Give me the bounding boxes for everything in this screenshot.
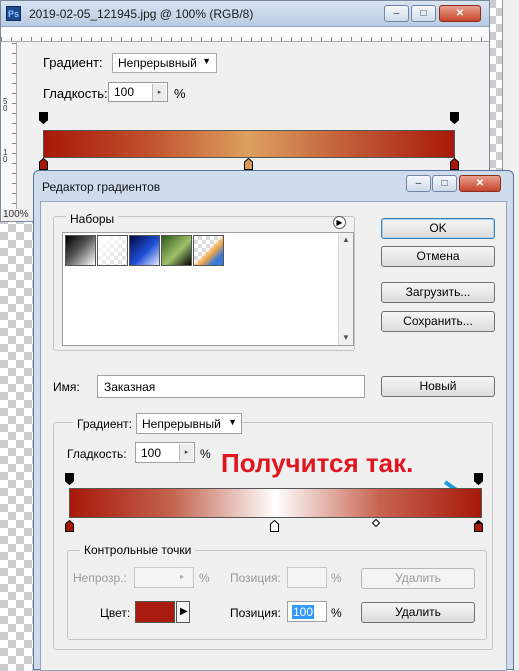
zoom-level: 100%	[3, 209, 29, 220]
back-opacity-stop-left[interactable]	[39, 112, 48, 124]
name-label: Имя:	[53, 380, 80, 394]
spin-arrow-icon[interactable]: ▸	[179, 444, 193, 461]
document-titlebar[interactable]: Ps 2019-02-05_121945.jpg @ 100% (RGB/8) …	[1, 1, 489, 27]
opacity-label: Непрозр.:	[73, 571, 127, 585]
back-color-stop-left[interactable]	[39, 158, 48, 170]
smoothness-percent: %	[200, 447, 211, 461]
save-button[interactable]: Сохранить...	[381, 311, 495, 332]
close-icon[interactable]: ✕	[459, 175, 501, 192]
opacity-position-percent: %	[331, 571, 342, 585]
back-smoothness-input[interactable]: 100 ▸	[108, 82, 168, 102]
smoothness-input[interactable]: 100 ▸	[135, 442, 195, 463]
name-input[interactable]: Заказная	[97, 375, 365, 398]
dialog-title: Редактор градиентов	[42, 180, 161, 194]
back-opacity-stop-right[interactable]	[450, 112, 459, 124]
midpoint-diamond-icon[interactable]	[372, 519, 380, 527]
back-percent-label: %	[174, 86, 186, 101]
back-gradient-type-value: Непрерывный	[118, 56, 197, 70]
back-gradient-preview	[43, 130, 455, 158]
color-menu-button[interactable]: ▶	[176, 601, 190, 623]
ruler-tick-label: 0	[3, 104, 8, 113]
gradient-type-select[interactable]: Непрерывный ▼	[136, 413, 242, 434]
spin-arrow-icon[interactable]: ▸	[180, 572, 184, 581]
maximize-icon[interactable]: □	[432, 175, 457, 192]
color-position-input[interactable]: 100	[287, 601, 327, 622]
color-position-percent: %	[331, 606, 342, 620]
color-swatch[interactable]	[135, 601, 175, 623]
delete-opacity-stop-button[interactable]: Удалить	[361, 568, 475, 589]
color-stop-right-selected[interactable]	[474, 520, 483, 532]
triangle-right-icon: ▶	[180, 606, 188, 617]
minimize-icon[interactable]: –	[406, 175, 431, 192]
back-gradient-label: Градиент:	[43, 55, 103, 70]
opacity-input[interactable]	[134, 567, 194, 588]
back-smoothness-label: Гладкость:	[43, 86, 108, 101]
scroll-down-icon[interactable]: ▼	[342, 333, 350, 342]
color-position-value: 100	[292, 605, 315, 619]
color-stop-mid[interactable]	[270, 520, 279, 532]
spin-arrow-icon[interactable]: ▸	[152, 84, 166, 101]
ruler-tick-label: 0	[3, 155, 8, 164]
preset-green[interactable]	[161, 235, 192, 266]
annotation-text: Получится так.	[221, 448, 414, 478]
presets-list[interactable]: ▲ ▼	[62, 232, 354, 346]
smoothness-value: 100	[141, 446, 162, 460]
scroll-up-icon[interactable]: ▲	[342, 235, 350, 244]
color-position-label: Позиция:	[230, 606, 281, 620]
close-icon[interactable]: ✕	[439, 5, 481, 22]
load-button[interactable]: Загрузить...	[381, 282, 495, 303]
presets-menu-icon[interactable]: ▶	[333, 216, 346, 229]
opacity-stop-right[interactable]	[474, 473, 483, 485]
maximize-icon[interactable]: □	[411, 5, 436, 22]
dialog-titlebar[interactable]: Редактор градиентов – □ ✕	[34, 171, 513, 201]
presets-label: Наборы	[66, 212, 119, 226]
preset-transparent-stripes[interactable]	[193, 235, 224, 266]
ruler-horizontal	[1, 27, 489, 42]
cancel-button[interactable]: Отмена	[381, 246, 495, 267]
gradient-type-label: Градиент:	[73, 417, 137, 431]
smoothness-label: Гладкость:	[67, 447, 127, 461]
opacity-position-label: Позиция:	[230, 571, 281, 585]
back-smoothness-value: 100	[114, 85, 135, 99]
chevron-down-icon: ▼	[228, 417, 237, 427]
back-gradient-type-select[interactable]: Непрерывный ▼	[112, 53, 217, 73]
color-stop-left[interactable]	[65, 520, 74, 532]
stops-group-label: Контрольные точки	[80, 543, 196, 557]
preset-black-white[interactable]	[65, 235, 96, 266]
stops-group	[67, 550, 487, 640]
gradient-type-value: Непрерывный	[142, 417, 221, 431]
gradient-preview-bar[interactable]	[69, 488, 482, 518]
photoshop-icon: Ps	[6, 6, 21, 21]
new-button[interactable]: Новый	[381, 376, 495, 397]
delete-color-stop-button[interactable]: Удалить	[361, 602, 475, 623]
document-title: 2019-02-05_121945.jpg @ 100% (RGB/8)	[29, 7, 254, 21]
ruler-vertical: 5 0 1 0	[1, 42, 17, 214]
opacity-stop-left[interactable]	[65, 473, 74, 485]
preset-white-transparent[interactable]	[97, 235, 128, 266]
color-label: Цвет:	[100, 606, 131, 620]
back-color-stop-mid[interactable]	[244, 158, 253, 170]
ok-button[interactable]: OK	[381, 218, 495, 239]
minimize-icon[interactable]: –	[384, 5, 409, 22]
back-color-stop-right[interactable]	[450, 158, 459, 170]
chevron-down-icon: ▼	[202, 56, 211, 66]
opacity-position-input[interactable]	[287, 567, 327, 588]
preset-blue[interactable]	[129, 235, 160, 266]
presets-scrollbar[interactable]: ▲ ▼	[338, 233, 353, 345]
opacity-percent: %	[199, 571, 210, 585]
